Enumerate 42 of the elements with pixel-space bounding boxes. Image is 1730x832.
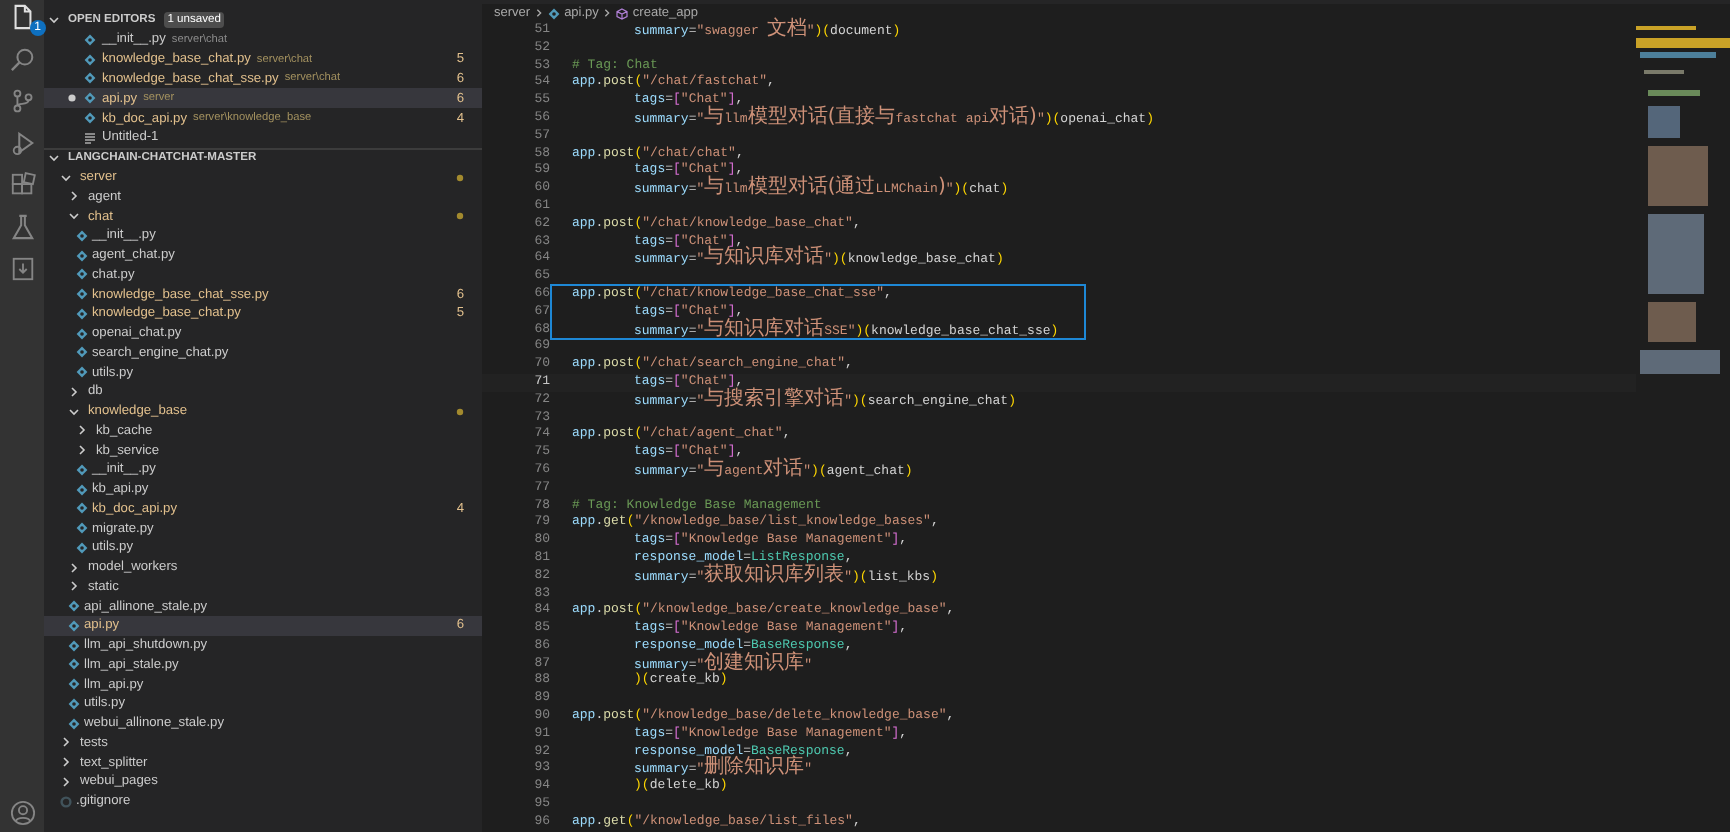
python-file-icon bbox=[68, 600, 80, 613]
python-file-icon bbox=[68, 658, 80, 671]
python-file-icon bbox=[84, 53, 96, 66]
python-file-icon bbox=[76, 366, 88, 379]
chevron-icon bbox=[602, 8, 613, 18]
extensions-icon[interactable] bbox=[9, 172, 35, 198]
source-control-icon[interactable] bbox=[9, 88, 35, 114]
python-file-icon bbox=[76, 249, 88, 262]
python-file-icon bbox=[76, 522, 88, 535]
python-file-icon bbox=[84, 33, 96, 46]
python-file-icon bbox=[68, 678, 80, 691]
modified-dot-icon bbox=[456, 212, 464, 221]
python-file-icon bbox=[68, 717, 80, 730]
python-file-icon bbox=[76, 268, 88, 281]
chevron-icon[interactable] bbox=[48, 152, 60, 165]
python-file-icon bbox=[76, 307, 88, 320]
modified-dot-icon bbox=[456, 407, 464, 416]
account-icon[interactable] bbox=[9, 800, 35, 826]
text-file-icon bbox=[84, 131, 96, 144]
search-icon[interactable] bbox=[9, 46, 35, 72]
modified-dot-icon bbox=[456, 173, 464, 182]
python-file-icon bbox=[76, 327, 88, 340]
python-file-icon bbox=[76, 483, 88, 496]
python-file-icon bbox=[76, 346, 88, 359]
run-debug-icon[interactable] bbox=[9, 130, 35, 156]
python-file-icon bbox=[76, 541, 88, 554]
python-file-icon bbox=[548, 7, 561, 19]
chevron-icon bbox=[534, 8, 545, 18]
python-file-icon bbox=[84, 72, 96, 85]
python-file-icon bbox=[76, 463, 88, 476]
files-icon[interactable] bbox=[9, 4, 35, 30]
python-file-icon bbox=[68, 697, 80, 710]
cube-icon bbox=[616, 7, 629, 19]
python-file-icon bbox=[84, 112, 96, 125]
flask-icon[interactable] bbox=[9, 214, 35, 240]
python-file-icon bbox=[76, 229, 88, 242]
python-file-icon bbox=[76, 288, 88, 301]
chevron-icon[interactable] bbox=[48, 14, 60, 26]
python-file-icon bbox=[76, 502, 88, 515]
python-file-icon bbox=[84, 92, 96, 105]
python-file-icon bbox=[68, 619, 80, 632]
python-file-icon bbox=[68, 639, 80, 652]
